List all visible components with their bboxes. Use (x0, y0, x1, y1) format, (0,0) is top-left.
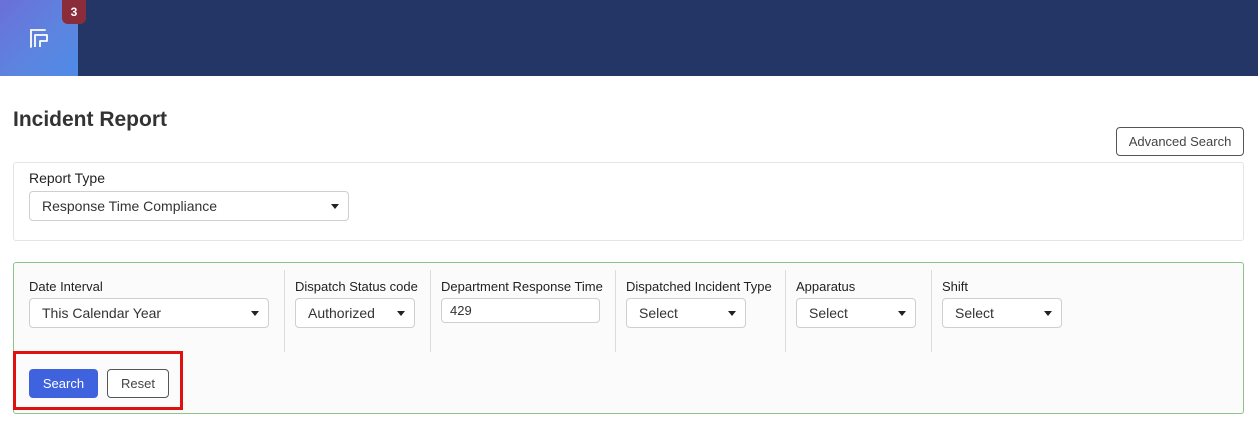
shift-label: Shift (942, 279, 969, 294)
notification-badge[interactable]: 3 (62, 0, 86, 24)
column-divider (284, 270, 285, 352)
department-response-time-input[interactable]: 429 (441, 298, 600, 323)
dispatch-status-label: Dispatch Status code (295, 279, 418, 294)
page-title: Incident Report (13, 108, 168, 131)
date-interval-label: Date Interval (29, 279, 103, 294)
dispatched-incident-type-select[interactable]: Select (626, 298, 746, 328)
highlight-box (13, 351, 183, 410)
chevron-down-icon (898, 311, 906, 316)
dispatch-status-value: Authorized (308, 305, 375, 321)
chevron-down-icon (397, 311, 405, 316)
chevron-down-icon (728, 311, 736, 316)
report-type-select[interactable]: Response Time Compliance (29, 191, 349, 221)
column-divider (931, 270, 932, 352)
column-divider (785, 270, 786, 352)
chevron-down-icon (1044, 311, 1052, 316)
apparatus-label: Apparatus (796, 279, 856, 294)
dispatch-status-select[interactable]: Authorized (295, 298, 415, 328)
shift-value: Select (955, 305, 994, 321)
chevron-down-icon (251, 311, 259, 316)
shift-select[interactable]: Select (942, 298, 1062, 328)
apparatus-value: Select (809, 305, 848, 321)
advanced-search-button[interactable]: Advanced Search (1116, 127, 1244, 156)
department-response-time-label: Department Response Time (441, 279, 603, 294)
column-divider (615, 270, 616, 352)
top-navigation-bar (0, 0, 1258, 76)
document-form-icon (30, 29, 48, 48)
column-divider (430, 270, 431, 352)
dispatched-incident-type-label: Dispatched Incident Type (626, 279, 772, 294)
apparatus-select[interactable]: Select (796, 298, 916, 328)
date-interval-value: This Calendar Year (42, 305, 162, 321)
report-type-label: Report Type (29, 170, 106, 186)
dispatched-incident-type-value: Select (639, 305, 678, 321)
date-interval-select[interactable]: This Calendar Year (29, 298, 269, 328)
report-type-value: Response Time Compliance (42, 198, 218, 214)
chevron-down-icon (331, 204, 339, 209)
